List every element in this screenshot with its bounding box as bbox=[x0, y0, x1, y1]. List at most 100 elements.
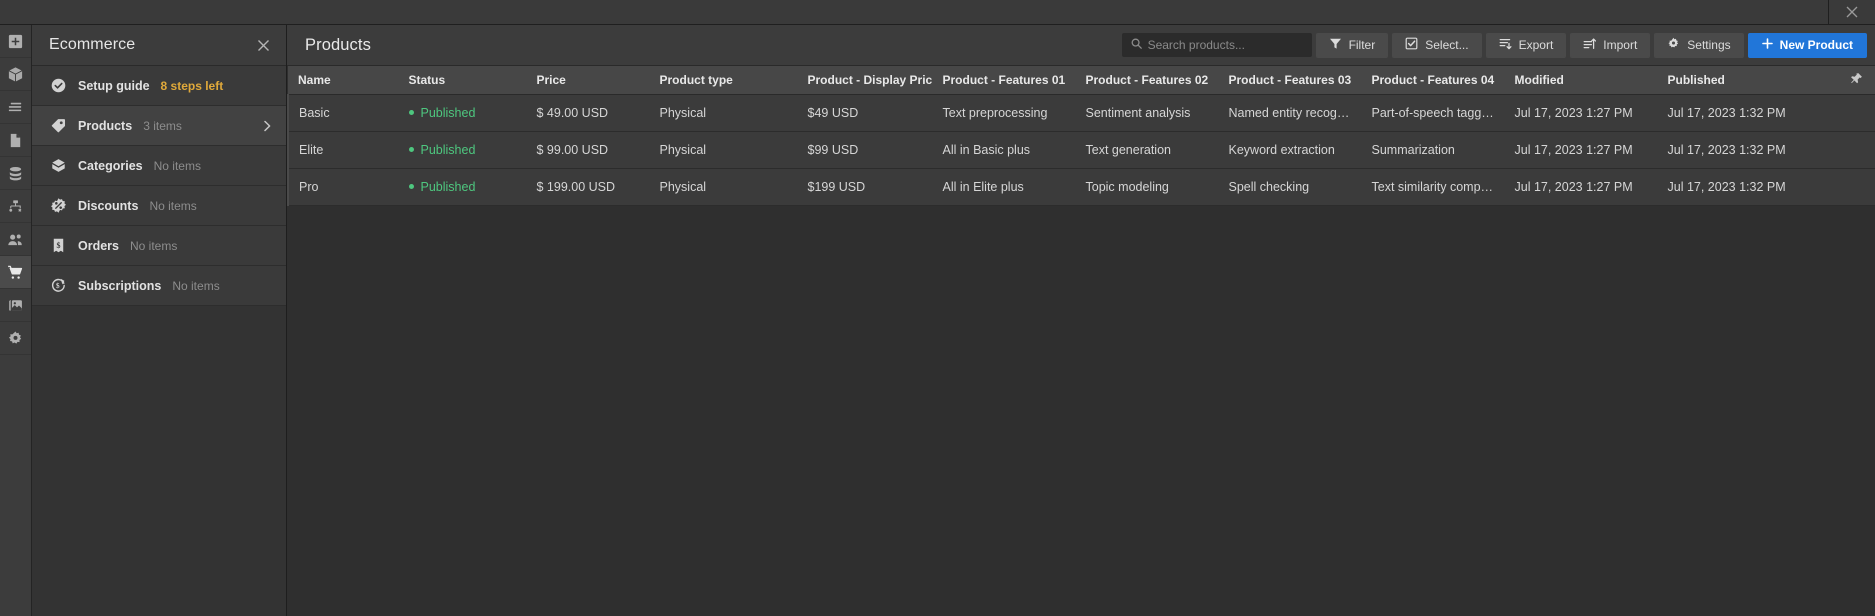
cell-status[interactable]: Published bbox=[398, 131, 527, 169]
sidebar-item-discounts[interactable]: Discounts No items bbox=[32, 186, 286, 226]
rail-item-settings[interactable] bbox=[0, 322, 31, 355]
cell-product-type[interactable]: Physical bbox=[649, 94, 798, 132]
cell-pin[interactable] bbox=[1836, 94, 1875, 132]
cell-display-price[interactable]: $49 USD bbox=[797, 94, 933, 132]
rail-item-users[interactable] bbox=[0, 223, 31, 256]
sidebar-item-meta: No items bbox=[153, 158, 201, 173]
sidebar-item-meta: No items bbox=[130, 238, 178, 253]
panel-header: Ecommerce bbox=[32, 25, 286, 66]
cell-price[interactable]: $ 49.00 USD bbox=[526, 94, 650, 132]
sidebar-item-label: Subscriptions bbox=[78, 278, 162, 293]
cell-modified[interactable]: Jul 17, 2023 1:27 PM bbox=[1504, 94, 1658, 132]
cell-features-03[interactable]: Spell checking bbox=[1218, 168, 1362, 206]
window-close-button[interactable] bbox=[1829, 0, 1875, 25]
cell-features-04[interactable]: Summarization bbox=[1361, 131, 1505, 169]
rail-item-cms[interactable] bbox=[0, 157, 31, 190]
page-icon bbox=[7, 132, 24, 149]
cell-features-02[interactable]: Text generation bbox=[1075, 131, 1219, 169]
col-header-published[interactable]: Published bbox=[1657, 66, 1837, 95]
cart-icon bbox=[7, 264, 24, 281]
sidebar-item-label: Categories bbox=[78, 158, 143, 173]
rail-item-pages[interactable] bbox=[0, 124, 31, 157]
export-button[interactable]: Export bbox=[1485, 32, 1567, 58]
col-header-product-type[interactable]: Product type bbox=[649, 66, 798, 95]
col-header-features-03[interactable]: Product - Features 03 bbox=[1218, 66, 1362, 95]
rail-item-logic[interactable] bbox=[0, 190, 31, 223]
rail-item-add-element[interactable] bbox=[0, 25, 31, 58]
col-header-price[interactable]: Price bbox=[526, 66, 650, 95]
table-row[interactable]: Pro Published $ 199.00 USD Physical $199… bbox=[287, 168, 1875, 206]
cell-price[interactable]: $ 99.00 USD bbox=[526, 131, 650, 169]
sidebar-item-label: Discounts bbox=[78, 198, 139, 213]
col-header-features-04[interactable]: Product - Features 04 bbox=[1361, 66, 1505, 95]
products-table-container[interactable]: Name Status Price Product type Product -… bbox=[287, 66, 1875, 616]
status-dot-icon bbox=[408, 184, 414, 189]
sidebar-item-subscriptions[interactable]: $ Subscriptions No items bbox=[32, 266, 286, 306]
new-product-button[interactable]: New Product bbox=[1747, 32, 1867, 58]
search-icon bbox=[1131, 36, 1142, 54]
cell-name[interactable]: Pro bbox=[287, 168, 399, 206]
sidebar-item-categories[interactable]: Categories No items bbox=[32, 146, 286, 186]
panel-close-button[interactable] bbox=[257, 39, 270, 52]
filter-button[interactable]: Filter bbox=[1315, 32, 1389, 58]
cell-features-04[interactable]: Text similarity compari... bbox=[1361, 168, 1505, 206]
sidebar-item-products[interactable]: Products 3 items bbox=[32, 106, 286, 146]
search-products-box[interactable] bbox=[1121, 33, 1312, 57]
col-header-features-02[interactable]: Product - Features 02 bbox=[1075, 66, 1219, 95]
cell-published[interactable]: Jul 17, 2023 1:32 PM bbox=[1657, 168, 1837, 206]
cell-features-01[interactable]: Text preprocessing bbox=[932, 94, 1076, 132]
cell-features-03[interactable]: Keyword extraction bbox=[1218, 131, 1362, 169]
table-row[interactable]: Basic Published $ 49.00 USD Physical $49… bbox=[287, 94, 1875, 132]
settings-button[interactable]: Settings bbox=[1654, 32, 1744, 58]
cell-features-01[interactable]: All in Elite plus bbox=[932, 168, 1076, 206]
cell-name[interactable]: Basic bbox=[287, 94, 399, 132]
cell-product-type[interactable]: Physical bbox=[649, 131, 798, 169]
export-button-label: Export bbox=[1518, 38, 1554, 52]
cell-features-02[interactable]: Topic modeling bbox=[1075, 168, 1219, 206]
cell-price[interactable]: $ 199.00 USD bbox=[526, 168, 650, 206]
cell-modified[interactable]: Jul 17, 2023 1:27 PM bbox=[1504, 168, 1658, 206]
col-header-features-01[interactable]: Product - Features 01 bbox=[932, 66, 1076, 95]
cell-modified[interactable]: Jul 17, 2023 1:27 PM bbox=[1504, 131, 1658, 169]
cell-display-price[interactable]: $99 USD bbox=[797, 131, 933, 169]
col-header-status[interactable]: Status bbox=[398, 66, 527, 95]
import-button[interactable]: Import bbox=[1570, 32, 1651, 58]
sidebar-item-label: Setup guide bbox=[78, 78, 150, 93]
col-header-modified[interactable]: Modified bbox=[1504, 66, 1658, 95]
products-toolbar: Filter Select... Export bbox=[1121, 32, 1867, 58]
col-header-name[interactable]: Name bbox=[288, 66, 399, 95]
panel-empty-space bbox=[32, 306, 286, 616]
cell-features-01[interactable]: All in Basic plus bbox=[932, 131, 1076, 169]
cell-pin[interactable] bbox=[1836, 131, 1875, 169]
sidebar-item-orders[interactable]: $ Orders No items bbox=[32, 226, 286, 266]
cell-features-04[interactable]: Part-of-speech tagging bbox=[1361, 94, 1505, 132]
rail-item-ecommerce[interactable] bbox=[0, 256, 31, 289]
rail-item-navigator[interactable] bbox=[0, 91, 31, 124]
col-header-display-price[interactable]: Product - Display Price bbox=[797, 66, 933, 95]
sidebar-item-setup-guide[interactable]: Setup guide 8 steps left bbox=[32, 66, 286, 106]
sidebar-item-meta: No items bbox=[149, 198, 197, 213]
cell-product-type[interactable]: Physical bbox=[649, 168, 798, 206]
cell-display-price[interactable]: $199 USD bbox=[797, 168, 933, 206]
database-icon bbox=[7, 165, 24, 182]
col-header-pin[interactable] bbox=[1836, 66, 1875, 95]
cell-name[interactable]: Elite bbox=[287, 131, 399, 169]
cell-published[interactable]: Jul 17, 2023 1:32 PM bbox=[1657, 94, 1837, 132]
chevron-right-icon bbox=[263, 120, 272, 132]
sidebar-item-label: Products bbox=[78, 118, 133, 133]
rail-item-assets[interactable] bbox=[0, 289, 31, 322]
cell-features-03[interactable]: Named entity recogniti... bbox=[1218, 94, 1362, 132]
search-input[interactable] bbox=[1147, 38, 1303, 52]
rail-item-components[interactable] bbox=[0, 58, 31, 91]
page-title: Products bbox=[305, 35, 371, 54]
cell-published[interactable]: Jul 17, 2023 1:32 PM bbox=[1657, 131, 1837, 169]
cell-status[interactable]: Published bbox=[398, 94, 527, 132]
select-button[interactable]: Select... bbox=[1392, 32, 1482, 58]
cell-features-02[interactable]: Sentiment analysis bbox=[1075, 94, 1219, 132]
panel-title: Ecommerce bbox=[49, 36, 136, 53]
import-icon bbox=[1583, 37, 1597, 53]
cell-status[interactable]: Published bbox=[398, 168, 527, 206]
window-titlebar bbox=[0, 0, 1875, 25]
table-row[interactable]: Elite Published $ 99.00 USD Physical $99… bbox=[287, 131, 1875, 169]
cell-pin[interactable] bbox=[1836, 168, 1875, 206]
